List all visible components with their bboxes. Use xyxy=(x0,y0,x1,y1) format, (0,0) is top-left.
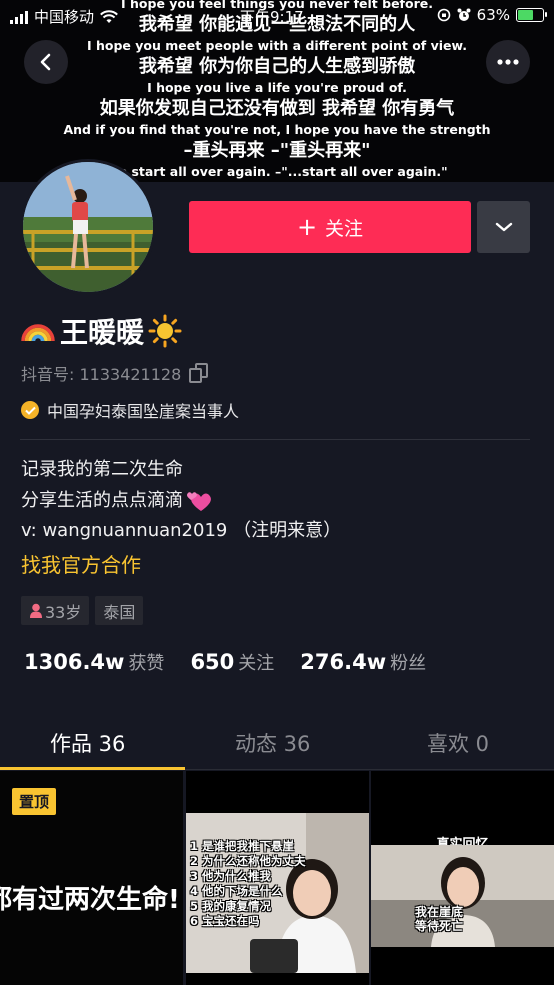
list-item: 5 我的康复情况 xyxy=(190,899,272,913)
video-question-list: 1 是谁把我推下悬崖 2 为什么还称他为丈夫 3 他为什么推我 4 他的下场是什… xyxy=(190,839,306,929)
list-item: 2 为什么还称他为丈夫 xyxy=(190,854,306,868)
verification-row: 中国孕妇泰国坠崖案当事人 xyxy=(21,398,239,422)
status-time: 下午9:17 xyxy=(240,8,304,26)
official-cooperation-link[interactable]: 找我官方合作 xyxy=(21,549,141,578)
verified-badge-icon xyxy=(21,401,39,419)
banner-line: I hope you meet people with a different … xyxy=(86,38,468,53)
pinned-badge: 置顶 xyxy=(12,788,57,815)
age-label: 33岁 xyxy=(45,602,82,622)
active-tab-indicator xyxy=(0,767,185,770)
banner-line: I hope you live a life you're proud of. xyxy=(147,80,407,95)
following-stat[interactable]: 650 关注 xyxy=(190,649,274,675)
user-id-row: 抖音号: 1133421128 xyxy=(21,361,209,385)
battery-icon xyxy=(516,8,547,22)
following-count: 650 xyxy=(190,650,235,674)
tab-likes[interactable]: 喜欢 0 xyxy=(427,728,489,758)
two-hearts-icon xyxy=(187,492,211,511)
location-label: 泰国 xyxy=(103,602,136,622)
divider xyxy=(20,439,530,440)
bio-line: 记录我的第二次生命 xyxy=(21,459,183,480)
profile-stats: 1306.4w 获赞 650 关注 276.4w 粉丝 xyxy=(24,649,452,675)
avatar[interactable] xyxy=(20,159,156,295)
profile-name-row: 王暖暖 xyxy=(20,311,182,351)
banner-line: 我希望 你为你自己的人生感到骄傲 xyxy=(138,56,416,77)
chevron-down-icon xyxy=(495,222,512,232)
wifi-icon xyxy=(100,9,118,23)
avatar-photo xyxy=(23,162,153,292)
list-item: 1 是谁把我推下悬崖 xyxy=(190,839,295,853)
profile-name: 王暖暖 xyxy=(60,316,145,349)
plus-icon: + xyxy=(296,213,318,241)
carrier-name: 中国移动 xyxy=(34,8,95,26)
list-item: 4 他的下场是什么 xyxy=(190,884,283,898)
recommend-dropdown-button[interactable] xyxy=(477,201,530,253)
video-subtitle: 我在崖底 等待死亡 xyxy=(415,905,463,933)
likes-label: 获赞 xyxy=(128,653,165,674)
video-thumbnail[interactable]: 置顶 都有过两次生命! xyxy=(0,771,183,985)
sun-icon xyxy=(148,314,182,348)
female-icon xyxy=(30,603,42,618)
likes-count: 1306.4w xyxy=(24,650,125,674)
list-item: 3 他为什么推我 xyxy=(190,869,272,883)
video-frame: 1 是谁把我推下悬崖 2 为什么还称他为丈夫 3 他为什么推我 4 他的下场是什… xyxy=(186,813,369,973)
tab-works[interactable]: 作品 36 xyxy=(50,728,125,758)
follow-label: 关注 xyxy=(325,217,364,240)
list-item: 6 宝宝还在吗 xyxy=(190,914,260,928)
location-tag: 泰国 xyxy=(95,596,144,625)
more-button[interactable] xyxy=(486,40,530,84)
banner-line: And if you find that you're not, I hope … xyxy=(63,122,491,137)
user-id: 抖音号: 1133421128 xyxy=(21,365,182,384)
followers-label: 粉丝 xyxy=(390,653,427,674)
bio: 记录我的第二次生命 分享生活的点点滴滴 v: wangnuannuan2019 … xyxy=(21,455,341,547)
profile-tags: 33岁 泰国 xyxy=(21,596,144,625)
profile-tabs: 作品 36 动态 36 喜欢 0 xyxy=(0,714,554,770)
subtitle-line: 我在崖底 xyxy=(415,905,464,919)
follow-button[interactable]: + 关注 xyxy=(189,201,471,253)
battery-percent: 63% xyxy=(476,6,510,24)
following-label: 关注 xyxy=(238,653,275,674)
banner-line: 如果你发现自己还没有做到 我希望 你有勇气 xyxy=(99,98,455,119)
video-caption: 都有过两次生命! xyxy=(0,885,180,915)
alarm-icon xyxy=(457,8,471,21)
age-tag: 33岁 xyxy=(21,596,90,625)
bio-line: v: wangnuannuan2019 （注明来意） xyxy=(21,520,342,541)
likes-stat: 1306.4w 获赞 xyxy=(24,649,164,675)
video-thumbnail[interactable]: 真实回忆 我在崖底 等待死亡 xyxy=(371,771,554,985)
video-thumbnail[interactable]: 1 是谁把我推下悬崖 2 为什么还称他为丈夫 3 他为什么推我 4 他的下场是什… xyxy=(186,771,369,985)
followers-stat[interactable]: 276.4w 粉丝 xyxy=(300,649,426,675)
back-button[interactable] xyxy=(24,40,68,84)
rainbow-icon xyxy=(21,324,55,342)
copy-icon[interactable] xyxy=(189,363,209,383)
status-bar: 中国移动 下午9:17 63% xyxy=(0,0,554,30)
chevron-left-icon xyxy=(40,53,51,71)
signal-icon xyxy=(10,10,28,24)
tab-moments[interactable]: 动态 36 xyxy=(235,728,310,758)
rotation-lock-icon xyxy=(437,8,450,22)
verification-text: 中国孕妇泰国坠崖案当事人 xyxy=(47,402,240,421)
video-grid: 置顶 都有过两次生命! 1 是谁把我推下悬崖 2 为什么还称他为丈夫 3 他为什… xyxy=(0,771,554,985)
bio-line: 分享生活的点点滴滴 xyxy=(21,489,183,511)
followers-count: 276.4w xyxy=(300,650,387,674)
more-dots-icon xyxy=(497,59,519,65)
subtitle-line: 等待死亡 xyxy=(415,919,464,933)
